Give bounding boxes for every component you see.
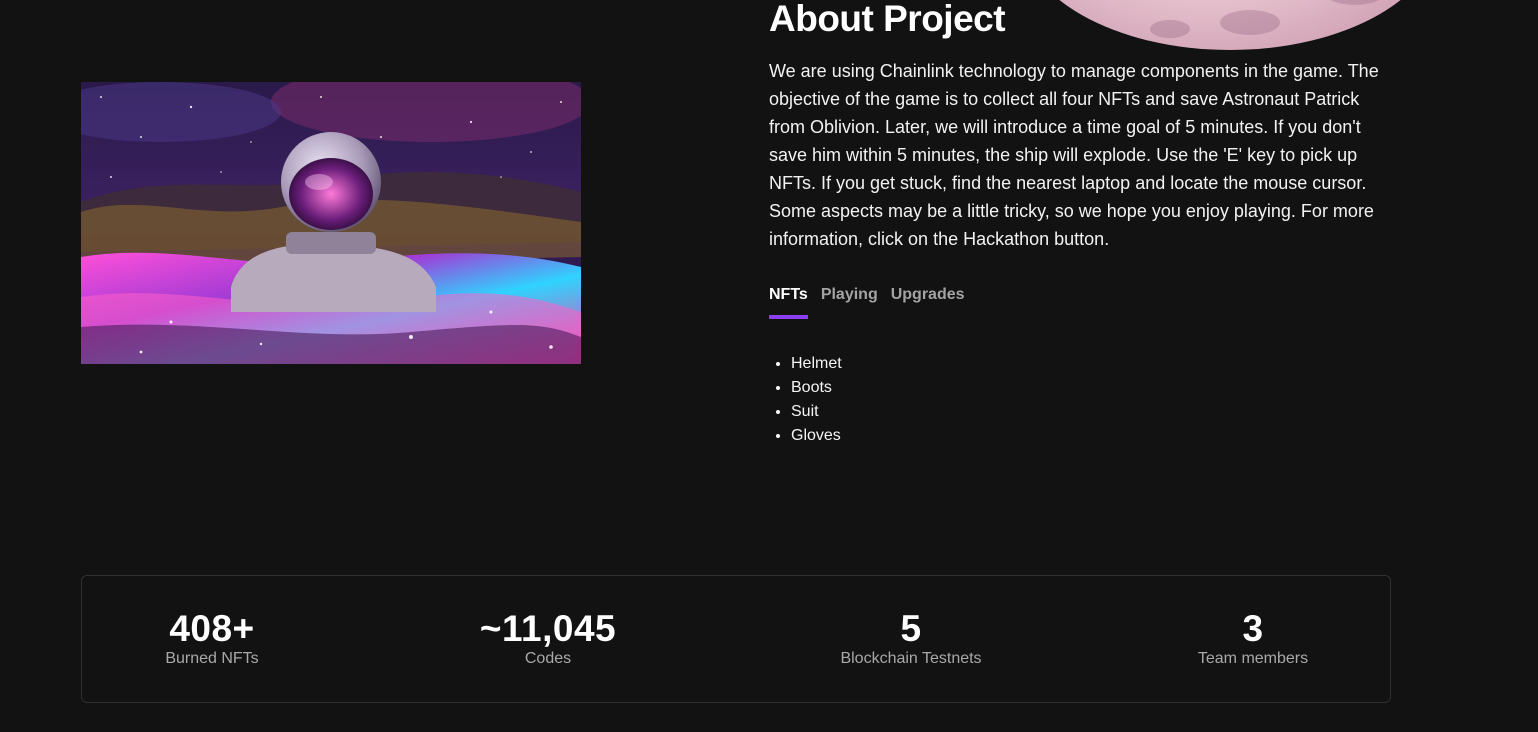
about-description: We are using Chainlink technology to man…	[769, 61, 1379, 249]
stat-label: Blockchain Testnets	[840, 650, 982, 667]
about-project-section: About Project We are using Chainlink tec…	[769, 0, 1409, 444]
about-title: About Project	[769, 0, 1006, 39]
tab-playing[interactable]: Playing	[821, 285, 878, 317]
list-item: Suit	[791, 400, 842, 424]
stat-value: 408+	[169, 608, 255, 649]
stat-label: Team members	[1197, 650, 1309, 667]
tab-upgrades[interactable]: Upgrades	[891, 285, 965, 317]
stat-value: ~11,045	[479, 608, 617, 649]
stat-value: 5	[900, 608, 922, 649]
stat-label: Burned NFTs	[165, 650, 259, 667]
nft-list: Helmet Boots Suit Gloves	[769, 352, 842, 448]
stats-panel: 408+ Burned NFTs ~11,045 Codes 5 Blockch…	[81, 575, 1391, 703]
stat-value: 3	[1242, 608, 1264, 649]
page: About Project We are using Chainlink tec…	[0, 0, 1538, 732]
stat-label: Codes	[524, 650, 572, 667]
list-item: Boots	[791, 376, 842, 400]
stat-burned-nfts: 408+ Burned NFTs	[165, 609, 258, 669]
stat-team-members: 3 Team members	[1198, 609, 1308, 669]
list-item: Gloves	[791, 424, 842, 448]
stat-blockchain-testnets: 5 Blockchain Testnets	[840, 609, 981, 669]
astronaut-hero-image	[81, 82, 581, 364]
tab-nfts[interactable]: NFTs	[769, 285, 808, 319]
list-item: Helmet	[791, 352, 842, 376]
tab-bar: NFTs Playing Upgrades	[769, 285, 965, 319]
stat-codes: ~11,045 Codes	[480, 609, 616, 669]
